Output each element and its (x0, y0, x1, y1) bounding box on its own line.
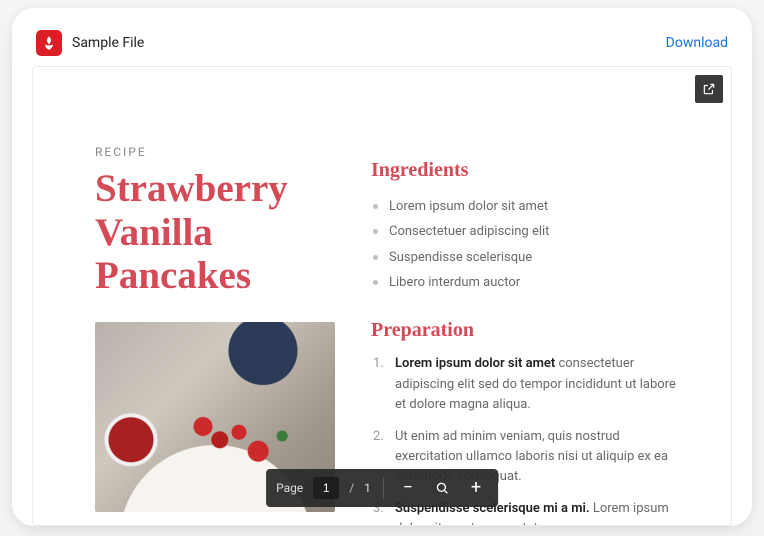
list-item: Libero interdum auctor (371, 270, 683, 295)
preparation-heading: Preparation (371, 319, 683, 342)
ingredients-heading: Ingredients (371, 159, 683, 182)
header: Sample File Download (32, 28, 732, 66)
download-link[interactable]: Download (666, 35, 728, 51)
fit-page-icon (434, 480, 450, 496)
zoom-out-button[interactable]: − (396, 476, 420, 500)
pdf-viewer: RECIPE Strawberry Vanilla Pancakes Ingre… (32, 66, 732, 526)
zoom-in-button[interactable]: + (464, 476, 488, 500)
viewer-frame: Sample File Download RECIPE Strawberry V… (12, 8, 752, 526)
fit-page-button[interactable] (430, 476, 454, 500)
step-emphasis: Lorem ipsum dolor sit amet (395, 356, 555, 371)
total-pages: 1 (364, 481, 371, 495)
pdf-icon (36, 30, 62, 56)
header-left: Sample File (36, 30, 144, 56)
list-item: Lorem ipsum dolor sit amet (371, 194, 683, 219)
minus-icon: − (403, 479, 413, 497)
document-page: RECIPE Strawberry Vanilla Pancakes Ingre… (33, 67, 731, 526)
plus-icon: + (471, 479, 481, 497)
list-item: Suspendisse scelerisque (371, 245, 683, 270)
list-item: Lorem ipsum dolor sit amet consectetuer … (371, 354, 683, 414)
file-title: Sample File (72, 35, 144, 51)
list-item: Consectetuer adipiscing elit (371, 219, 683, 244)
pdf-toolbar: Page / 1 − + (266, 469, 498, 507)
recipe-eyebrow: RECIPE (95, 145, 335, 159)
toolbar-divider (383, 477, 384, 499)
page-separator: / (349, 481, 354, 495)
page-label: Page (276, 481, 303, 495)
ingredients-list: Lorem ipsum dolor sit amet Consectetuer … (371, 194, 683, 295)
page-number-input[interactable] (313, 477, 339, 499)
recipe-title: Strawberry Vanilla Pancakes (95, 167, 335, 298)
